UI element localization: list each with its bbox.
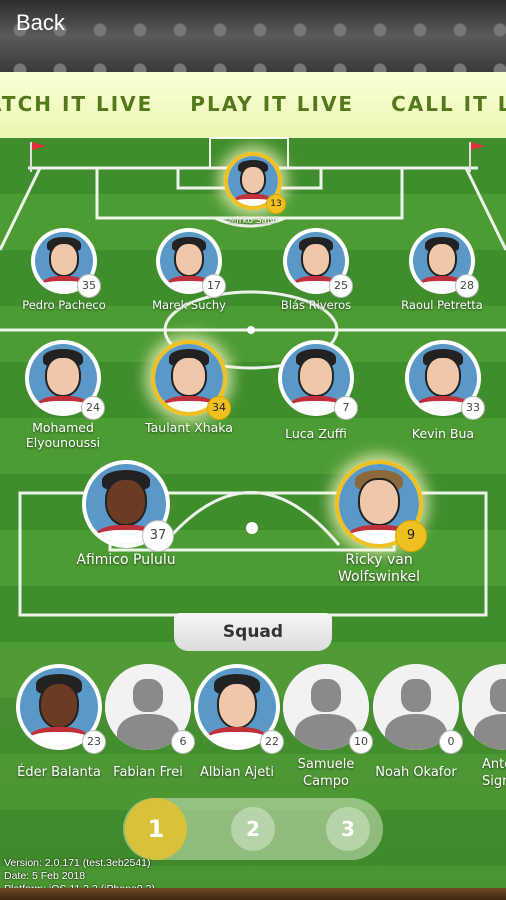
shirt-number-badge: 33 — [461, 396, 485, 420]
player-avatar: 13 — [224, 152, 286, 214]
player-card-defender[interactable]: 25 Blás Riveros — [256, 228, 376, 312]
player-card-defender[interactable]: 35 Pedro Pacheco — [4, 228, 124, 312]
squad-tab[interactable]: Squad — [174, 613, 332, 651]
player-avatar: 33 — [405, 340, 485, 420]
player-card-midfielder[interactable]: 34 Taulant Xhaka — [129, 340, 249, 435]
player-avatar: 28 — [409, 228, 479, 298]
page-button-1[interactable]: 1 — [125, 798, 187, 860]
squad-player-card[interactable]: 0 Noah Okafor — [356, 664, 476, 781]
player-avatar: 24 — [25, 340, 105, 420]
shirt-number-badge: 34 — [207, 396, 231, 420]
player-card-forward[interactable]: 37 Afimico Pululu — [66, 460, 186, 569]
player-name: Kevin Bua — [411, 426, 475, 441]
player-name: Mirko Salvi — [228, 216, 278, 226]
shirt-number-badge: 24 — [81, 396, 105, 420]
shirt-number-badge: 7 — [334, 396, 358, 420]
page-button-3[interactable]: 3 — [326, 807, 370, 851]
player-avatar — [462, 664, 506, 750]
player-avatar: 0 — [373, 664, 463, 754]
shirt-number-badge: 9 — [395, 520, 427, 552]
player-name: Luca Zuffi — [285, 426, 347, 441]
player-name: Marek Suchy — [152, 298, 226, 312]
player-avatar: 34 — [151, 340, 231, 420]
player-name: Samuele Campo — [297, 757, 355, 789]
player-avatar: 35 — [31, 228, 101, 298]
shirt-number-badge: 25 — [329, 274, 353, 298]
player-avatar: 25 — [283, 228, 353, 298]
squad-page-indicator: 1 2 3 — [123, 798, 383, 860]
player-avatar: 37 — [82, 460, 174, 552]
ground-strip — [0, 888, 506, 900]
player-name: Mohamed Elyounoussi — [25, 420, 101, 450]
shirt-number-badge: 35 — [77, 274, 101, 298]
player-name: Blás Riveros — [280, 298, 352, 312]
player-name: Taulant Xhaka — [145, 420, 233, 435]
player-name: Afimico Pululu — [76, 552, 176, 568]
player-card-midfielder[interactable]: 24 Mohamed Elyounoussi — [3, 340, 123, 450]
player-name: Pedro Pacheco — [22, 298, 106, 312]
shirt-number-badge: 28 — [455, 274, 479, 298]
shirt-number-badge: 37 — [142, 520, 174, 552]
squad-player-card[interactable]: Anto Sign — [462, 664, 506, 790]
page-button-2[interactable]: 2 — [231, 807, 275, 851]
player-avatar: 17 — [156, 228, 226, 298]
player-name: Noah Okafor — [375, 765, 457, 780]
shirt-number-badge: 17 — [202, 274, 226, 298]
player-card-goalkeeper[interactable]: 13 Mirko Salvi — [193, 152, 313, 228]
player-name: Ricky van Wolfswinkel — [337, 552, 421, 585]
shirt-number-badge: 13 — [266, 194, 286, 214]
player-card-midfielder[interactable]: 7 Luca Zuffi — [256, 340, 376, 441]
player-avatar: 7 — [278, 340, 358, 420]
player-card-defender[interactable]: 28 Raoul Petretta — [382, 228, 502, 312]
player-card-defender[interactable]: 17 Marek Suchy — [129, 228, 249, 312]
player-card-midfielder[interactable]: 33 Kevin Bua — [383, 340, 503, 441]
shirt-number-badge: 0 — [439, 730, 463, 754]
player-card-forward[interactable]: 9 Ricky van Wolfswinkel — [319, 460, 439, 586]
version-text: Version: 2.0.171 (test.3eb2541) — [4, 857, 151, 869]
placeholder-person-icon — [462, 664, 506, 750]
player-name: Anto Sign — [482, 757, 506, 789]
player-name: Raoul Petretta — [401, 298, 483, 312]
player-avatar: 9 — [335, 460, 427, 552]
date-text: Date: 5 Feb 2018 — [4, 870, 86, 882]
